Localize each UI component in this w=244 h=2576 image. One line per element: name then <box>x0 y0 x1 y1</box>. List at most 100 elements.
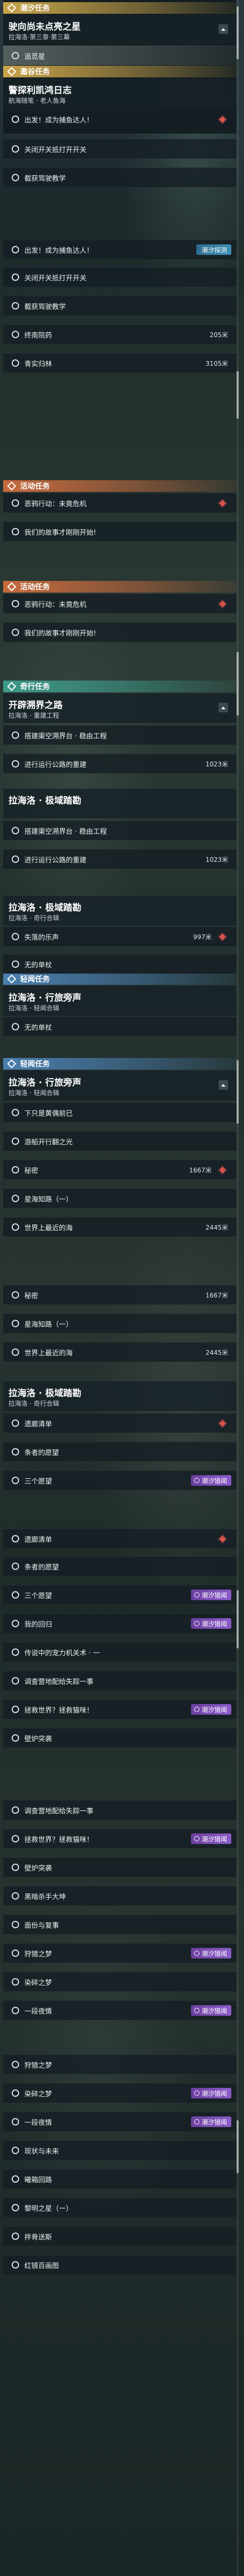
task-row[interactable]: 游船开行翻之光 <box>3 1131 237 1151</box>
scrollbar-track[interactable] <box>237 0 239 2576</box>
task-label: 拯救世界？拯救猫咪！ <box>24 1706 94 1715</box>
task-row[interactable]: 调查营地配给失踪一事 <box>3 1671 237 1690</box>
quest-card[interactable]: 开辟溯界之路 拉海洛 · 重建工程 <box>3 693 237 723</box>
quest-card[interactable]: 拉海洛 · 极域踏勘 拉海洛 · 奇行合辑 <box>3 896 237 925</box>
task-row[interactable]: 恶鸦行动：未竟危机 <box>3 594 237 613</box>
task-row[interactable]: 一段夜情 潮汐猎闻 <box>3 2000 237 2020</box>
task-circle-icon <box>12 629 19 636</box>
task-circle-icon <box>12 528 19 535</box>
task-row[interactable]: 曦箱回路 <box>3 2169 237 2189</box>
task-row[interactable]: 我们的故事才刚刚开始! <box>3 522 237 541</box>
task-row[interactable]: 进行运行公路的重建 1023米 <box>3 849 237 869</box>
scrollbar-thumb[interactable] <box>237 1590 239 1648</box>
task-row[interactable]: 我们的故事才刚刚开始! <box>3 622 237 642</box>
task-circle-icon <box>12 274 19 281</box>
task-row[interactable]: 截获驾驶教学 <box>3 296 237 315</box>
task-row[interactable]: 星海知路（一） <box>3 1313 237 1333</box>
task-distance: 2445米 <box>205 1348 228 1356</box>
collapse-icon[interactable] <box>219 703 228 712</box>
task-label: 现状与未来 <box>24 2147 59 2156</box>
task-row[interactable]: 搭建渠空溯界台 · 稳由工程 <box>3 725 237 745</box>
task-row[interactable]: 关闭开关抵打开开关 <box>3 139 237 158</box>
task-row[interactable]: 面份与复事 <box>3 1915 237 1934</box>
scrollbar-thumb[interactable] <box>237 371 239 419</box>
section-rumor-header[interactable]: 轻闻任务 <box>3 1058 237 1070</box>
badge-icon <box>194 1951 199 1956</box>
scrollbar-thumb[interactable] <box>237 6 239 59</box>
task-row[interactable]: 搭建渠空溯界台 · 稳由工程 <box>3 821 237 840</box>
quest-card[interactable]: 驶向尚未点亮之星 拉海洛·第三章·第三幕 <box>3 15 237 45</box>
task-row[interactable]: 拯救世界？拯救猫咪！ 潮汐猎闻 <box>3 1829 237 1848</box>
task-label: 传说中的宠力机关术 · 一 <box>24 1649 100 1657</box>
tracking-gem-icon <box>219 116 226 123</box>
task-row[interactable]: 关闭开关抵打开开关 <box>3 267 237 287</box>
task-distance: 1023米 <box>205 855 228 863</box>
task-row[interactable]: 条者的愿望 <box>3 1442 237 1461</box>
task-row[interactable]: 拯救世界？拯救猫咪！ 潮汐猎闻 <box>3 1699 237 1719</box>
section-sea-route-header[interactable]: 潮汐任务 <box>3 2 237 14</box>
task-row[interactable]: 我的回归 潮汐猎闻 <box>3 1613 237 1633</box>
task-row[interactable]: 无的单杖 <box>3 954 237 974</box>
section-pursuit-header[interactable]: 邀谷任务 <box>3 66 237 77</box>
task-row[interactable]: 世界上最近的海 2445米 <box>3 1217 237 1237</box>
task-row[interactable]: 世界上最近的海 2445米 <box>3 1342 237 1362</box>
task-row[interactable]: 青实归林 3105米 <box>3 353 237 373</box>
quest-card[interactable]: 拉海洛 · 极域踏勘 拉海洛 · 奇行合辑 <box>3 1381 237 1411</box>
task-row[interactable]: 壁炉突袭 <box>3 1857 237 1877</box>
collapse-icon[interactable] <box>219 1080 228 1090</box>
scrollbar-thumb[interactable] <box>237 652 239 716</box>
collapse-icon[interactable] <box>219 24 228 34</box>
task-row[interactable]: 红镜百画图 <box>3 2255 237 2274</box>
task-row[interactable]: 遗廊清单 <box>3 1529 237 1548</box>
task-row[interactable]: 一段夜情 潮汐猎闻 <box>3 2112 237 2131</box>
task-row[interactable]: 染碎之梦 <box>3 1972 237 1991</box>
seek-badge: 潮汐猎闻 <box>190 2116 231 2127</box>
section-wander-header[interactable]: 奇行任务 <box>3 681 237 692</box>
task-row[interactable]: 恶鸦行动：未竟危机 <box>3 493 237 513</box>
section-activity-header[interactable]: 活动任务 <box>3 480 237 492</box>
seek-badge: 潮汐猎闻 <box>190 1590 231 1600</box>
task-row[interactable]: 追觅星 <box>3 46 237 65</box>
task-row[interactable]: 三个愿望 潮汐猎闻 <box>3 1470 237 1490</box>
task-row[interactable]: 拌骨送斯 <box>3 2226 237 2246</box>
task-row[interactable]: 狩猎之梦 <box>3 2054 237 2074</box>
task-row[interactable]: 狩猎之梦 潮汐猎闻 <box>3 1943 237 1963</box>
task-row[interactable]: 秘密 1667米 <box>3 1285 237 1304</box>
quest-card[interactable]: 拉海洛 · 行旅旁声 拉海洛 · 轻闻合辑 <box>3 1071 237 1100</box>
task-row[interactable]: 出发！成为捕鱼达人！ 潮汐探测 <box>3 240 237 259</box>
quest-card[interactable]: 拉海洛 · 行旅旁声 拉海洛 · 轻闻合辑 <box>3 986 237 1016</box>
task-row[interactable]: 黑暗杀手大坤 <box>3 1886 237 1905</box>
task-label: 青实归林 <box>24 360 53 368</box>
task-row[interactable]: 星海知路（一） <box>3 1188 237 1208</box>
seek-badge: 潮汐猎闻 <box>190 1948 231 1959</box>
scrollbar-thumb[interactable] <box>237 1060 239 1124</box>
task-row[interactable]: 截获驾驶教学 <box>3 167 237 187</box>
tracking-gem-icon <box>219 933 226 940</box>
task-row[interactable]: 三个愿望 潮汐猎闻 <box>3 1585 237 1604</box>
task-row[interactable]: 出发！成为捕鱼达人！ <box>3 109 237 129</box>
task-label: 三个愿望 <box>24 1592 53 1600</box>
task-row[interactable]: 条者的愿望 <box>3 1556 237 1576</box>
task-row[interactable]: 下只是黄偶前已 <box>3 1102 237 1122</box>
section-rumor-header[interactable]: 轻闻任务 <box>3 973 237 985</box>
task-row[interactable]: 秘密 1667米 <box>3 1160 237 1179</box>
task-circle-icon <box>12 116 19 123</box>
tracking-gem-icon <box>219 1419 226 1427</box>
task-row[interactable]: 无的单杖 <box>3 1017 237 1036</box>
task-row[interactable]: 壁炉突袭 <box>3 1728 237 1748</box>
badge-label: 潮汐猎闻 <box>201 1477 227 1485</box>
task-row[interactable]: 传说中的宠力机关术 · 一 <box>3 1642 237 1662</box>
section-activity-header[interactable]: 活动任务 <box>3 581 237 593</box>
task-row[interactable]: 现状与未来 <box>3 2140 237 2160</box>
quest-card[interactable]: 拉海洛 · 极域踏勘 <box>3 789 237 818</box>
task-row[interactable]: 进行运行公路的重建 1023米 <box>3 754 237 773</box>
task-distance: 205米 <box>210 331 228 339</box>
task-row[interactable]: 调查营地配给失踪一事 <box>3 1800 237 1820</box>
quest-card[interactable]: 警探利凯鸿日志 航海随笔 · 老人鱼海 <box>3 78 237 108</box>
task-row[interactable]: 终南院药 205米 <box>3 324 237 344</box>
task-row[interactable]: 失落的乐声 997米 <box>3 927 237 946</box>
task-row[interactable]: 遗廊清单 <box>3 1413 237 1433</box>
scrollbar-thumb[interactable] <box>237 2120 239 2173</box>
task-row[interactable]: 染碎之梦 潮汐猎闻 <box>3 2083 237 2103</box>
task-row[interactable]: 黎明之星（一） <box>3 2198 237 2217</box>
